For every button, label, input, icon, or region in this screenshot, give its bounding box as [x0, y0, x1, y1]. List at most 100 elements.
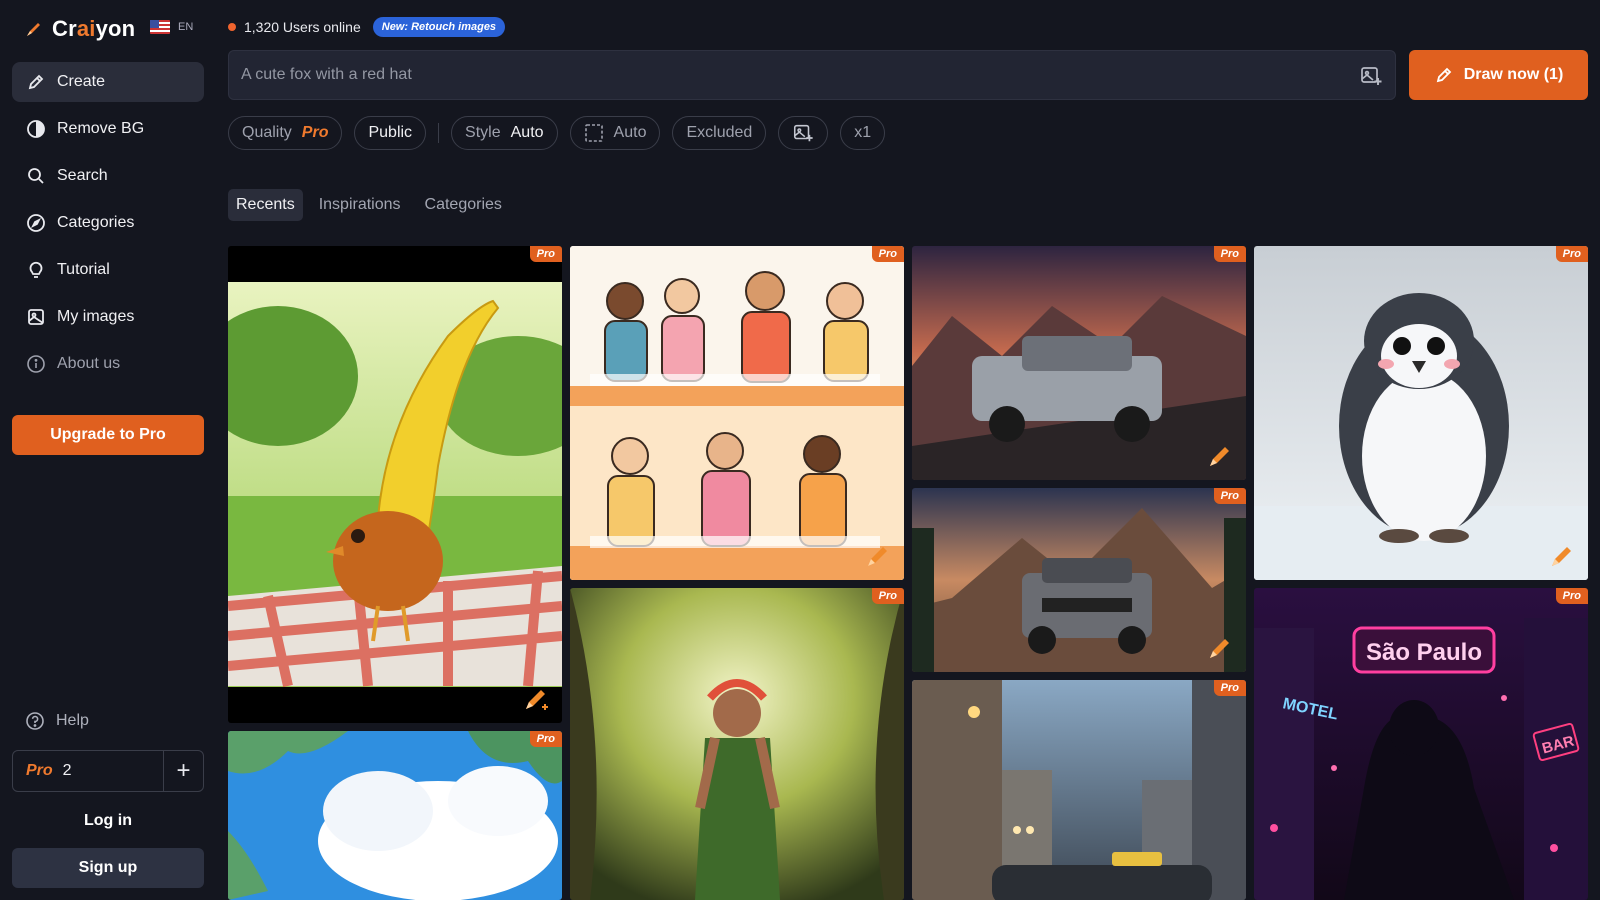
- edit-pencil-icon[interactable]: [1548, 542, 1576, 570]
- sidebar-item-my-images[interactable]: My images: [12, 297, 204, 337]
- image-icon: [25, 306, 47, 328]
- sidebar-item-create[interactable]: Create: [12, 62, 204, 102]
- gallery-tile-penguin[interactable]: Pro: [1254, 246, 1588, 580]
- sidebar-item-about-us[interactable]: About us: [12, 344, 204, 384]
- city-street-image: [912, 680, 1246, 900]
- sidebar-item-label: Create: [57, 73, 106, 90]
- pro-credits: Pro 2 +: [12, 750, 204, 792]
- style-label: Style: [465, 124, 501, 141]
- language-selector[interactable]: EN: [150, 20, 193, 34]
- quality-value: Pro: [301, 124, 329, 141]
- question-icon: [24, 710, 46, 732]
- login-button[interactable]: Log in: [12, 806, 204, 836]
- add-credits-button[interactable]: +: [163, 751, 203, 791]
- pro-badge: Pro: [1213, 488, 1246, 504]
- sidebar-item-categories[interactable]: Categories: [12, 203, 204, 243]
- pro-badge: Pro: [529, 731, 562, 747]
- aspect-ratio-selector[interactable]: Auto: [569, 116, 661, 150]
- sidebar-item-tutorial[interactable]: Tutorial: [12, 250, 204, 290]
- pencil-icon: [1436, 67, 1451, 83]
- anime-sky-image: [228, 731, 562, 900]
- image-reference-button[interactable]: [778, 116, 829, 150]
- signup-button[interactable]: Sign up: [12, 848, 204, 888]
- credits-count: 2: [62, 762, 72, 779]
- new-feature-badge[interactable]: New: Retouch images: [372, 17, 506, 37]
- edit-pencil-icon[interactable]: [1206, 634, 1234, 662]
- help-label: Help: [56, 712, 89, 729]
- tab-categories[interactable]: Categories: [417, 189, 510, 221]
- truck-sunset-image: [912, 246, 1246, 480]
- sidebar: Craiyon EN Create Remove BG Search Categ…: [0, 0, 216, 900]
- edit-pencil-icon[interactable]: [522, 685, 550, 713]
- gallery-tile-truck-sunset[interactable]: Pro: [912, 246, 1246, 480]
- style-value: Auto: [510, 124, 544, 141]
- prompt-input[interactable]: [229, 51, 1329, 99]
- lightbulb-icon: [25, 259, 47, 281]
- style-selector[interactable]: Style Auto: [451, 116, 558, 150]
- truck-mountain-image: [912, 488, 1246, 672]
- info-icon: [25, 353, 47, 375]
- pro-badge: Pro: [871, 246, 904, 262]
- students-reading-image: [570, 246, 904, 580]
- half-circle-icon: [25, 118, 47, 140]
- neon-sign-text: São Paulo: [1366, 639, 1482, 666]
- pro-badge: Pro: [1555, 588, 1588, 604]
- edit-pencil-icon[interactable]: [1206, 442, 1234, 470]
- penguin-image: [1254, 246, 1588, 580]
- sidebar-item-label: About us: [57, 355, 121, 372]
- sidebar-item-label: Tutorial: [57, 261, 110, 278]
- visibility-value: Public: [368, 124, 413, 141]
- gallery-tile-sao-paulo[interactable]: São Paulo MOTEL BAR Pro: [1254, 588, 1588, 900]
- crayon-logo-icon: [27, 23, 40, 36]
- draw-now-button[interactable]: Draw now (1): [1409, 50, 1588, 100]
- banana-bird-image: [228, 282, 562, 688]
- aspect-value: Auto: [613, 124, 647, 141]
- quality-label: Quality: [242, 124, 292, 141]
- excluded-button[interactable]: Excluded: [672, 116, 767, 150]
- prompt-box: [228, 50, 1396, 100]
- search-icon: [25, 165, 47, 187]
- gallery-tile-truck-mountain[interactable]: Pro: [912, 488, 1246, 672]
- gallery-tile-banana[interactable]: Pro: [228, 246, 562, 723]
- compass-icon: [25, 212, 47, 234]
- logo[interactable]: Craiyon: [24, 16, 135, 42]
- quality-selector[interactable]: Quality Pro: [228, 116, 343, 150]
- gallery-tile-forest-goddess[interactable]: Pro: [570, 588, 904, 900]
- brand-name: Craiyon: [52, 16, 136, 41]
- online-dot-icon: [228, 23, 236, 31]
- pro-badge: Pro: [529, 246, 562, 262]
- edit-pencil-icon[interactable]: [864, 542, 892, 570]
- gallery-tabs: Recents Inspirations Categories: [228, 189, 510, 221]
- pro-badge: Pro: [1213, 680, 1246, 696]
- image-count-selector[interactable]: x1: [840, 116, 886, 150]
- sidebar-item-label: Categories: [57, 214, 135, 231]
- sidebar-item-label: Search: [57, 167, 108, 184]
- us-flag-icon: [150, 20, 170, 34]
- sidebar-item-search[interactable]: Search: [12, 156, 204, 196]
- credits-pro-label: Pro: [26, 762, 53, 779]
- draw-now-label: Draw now (1): [1463, 66, 1564, 83]
- pro-badge: Pro: [871, 588, 904, 604]
- excluded-label: Excluded: [686, 124, 753, 141]
- upgrade-to-pro-button[interactable]: Upgrade to Pro: [12, 415, 204, 455]
- gallery-tile-city-street[interactable]: Pro: [912, 680, 1246, 900]
- generation-options: Quality Pro Public Style Auto Auto Exclu…: [228, 116, 886, 150]
- gallery-tile-students[interactable]: Pro: [570, 246, 904, 580]
- sidebar-item-label: My images: [57, 308, 135, 325]
- help-link[interactable]: Help: [24, 710, 89, 732]
- sidebar-item-remove-bg[interactable]: Remove BG: [12, 109, 204, 149]
- tab-recents[interactable]: Recents: [228, 189, 303, 221]
- gallery-tile-anime-sky[interactable]: Pro: [228, 731, 562, 900]
- online-status: 1,320 Users online New: Retouch images: [228, 17, 506, 37]
- pencil-icon: [25, 71, 47, 93]
- forest-goddess-image: [570, 588, 904, 900]
- options-divider: [438, 123, 440, 143]
- pro-badge: Pro: [1213, 246, 1246, 262]
- tab-inspirations[interactable]: Inspirations: [311, 189, 409, 221]
- visibility-toggle[interactable]: Public: [354, 116, 427, 150]
- pro-badge: Pro: [1555, 246, 1588, 262]
- sidebar-item-label: Remove BG: [57, 120, 145, 137]
- add-image-icon[interactable]: [1359, 64, 1383, 88]
- online-count: 1,320 Users online: [244, 19, 361, 35]
- add-image-icon: [794, 124, 813, 142]
